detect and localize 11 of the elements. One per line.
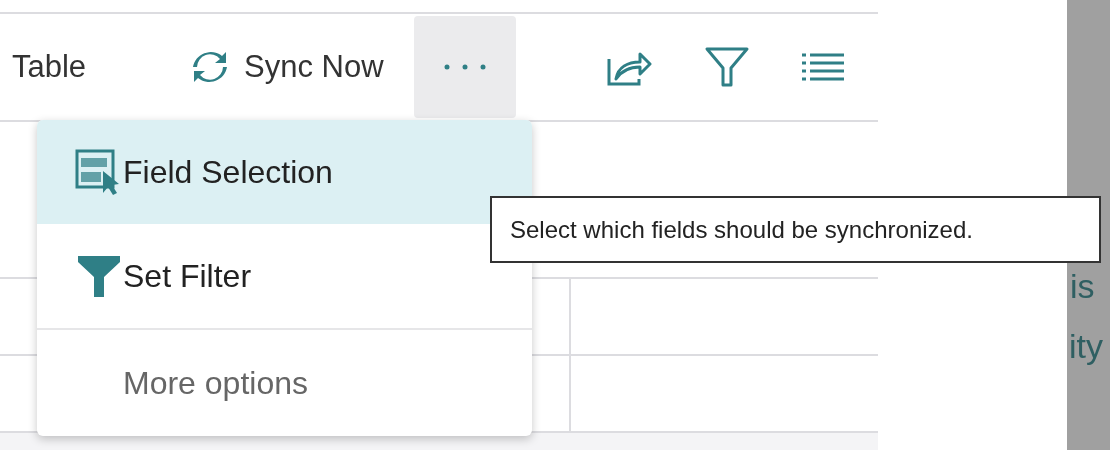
sync-now-button[interactable]: Sync Now: [190, 14, 384, 120]
filter-icon: [77, 255, 121, 297]
action-label[interactable]: Table: [0, 14, 172, 120]
filter-icon[interactable]: [703, 46, 750, 88]
list-icon[interactable]: [801, 52, 844, 82]
panel-text: ity: [1069, 328, 1103, 364]
tooltip: Select which fields should be synchronized.: [490, 196, 1101, 263]
field-selection-icon: [75, 149, 121, 195]
menu-item[interactable]: More options: [37, 330, 502, 436]
more-icon: [442, 63, 487, 71]
panel-text: is: [1070, 268, 1095, 304]
